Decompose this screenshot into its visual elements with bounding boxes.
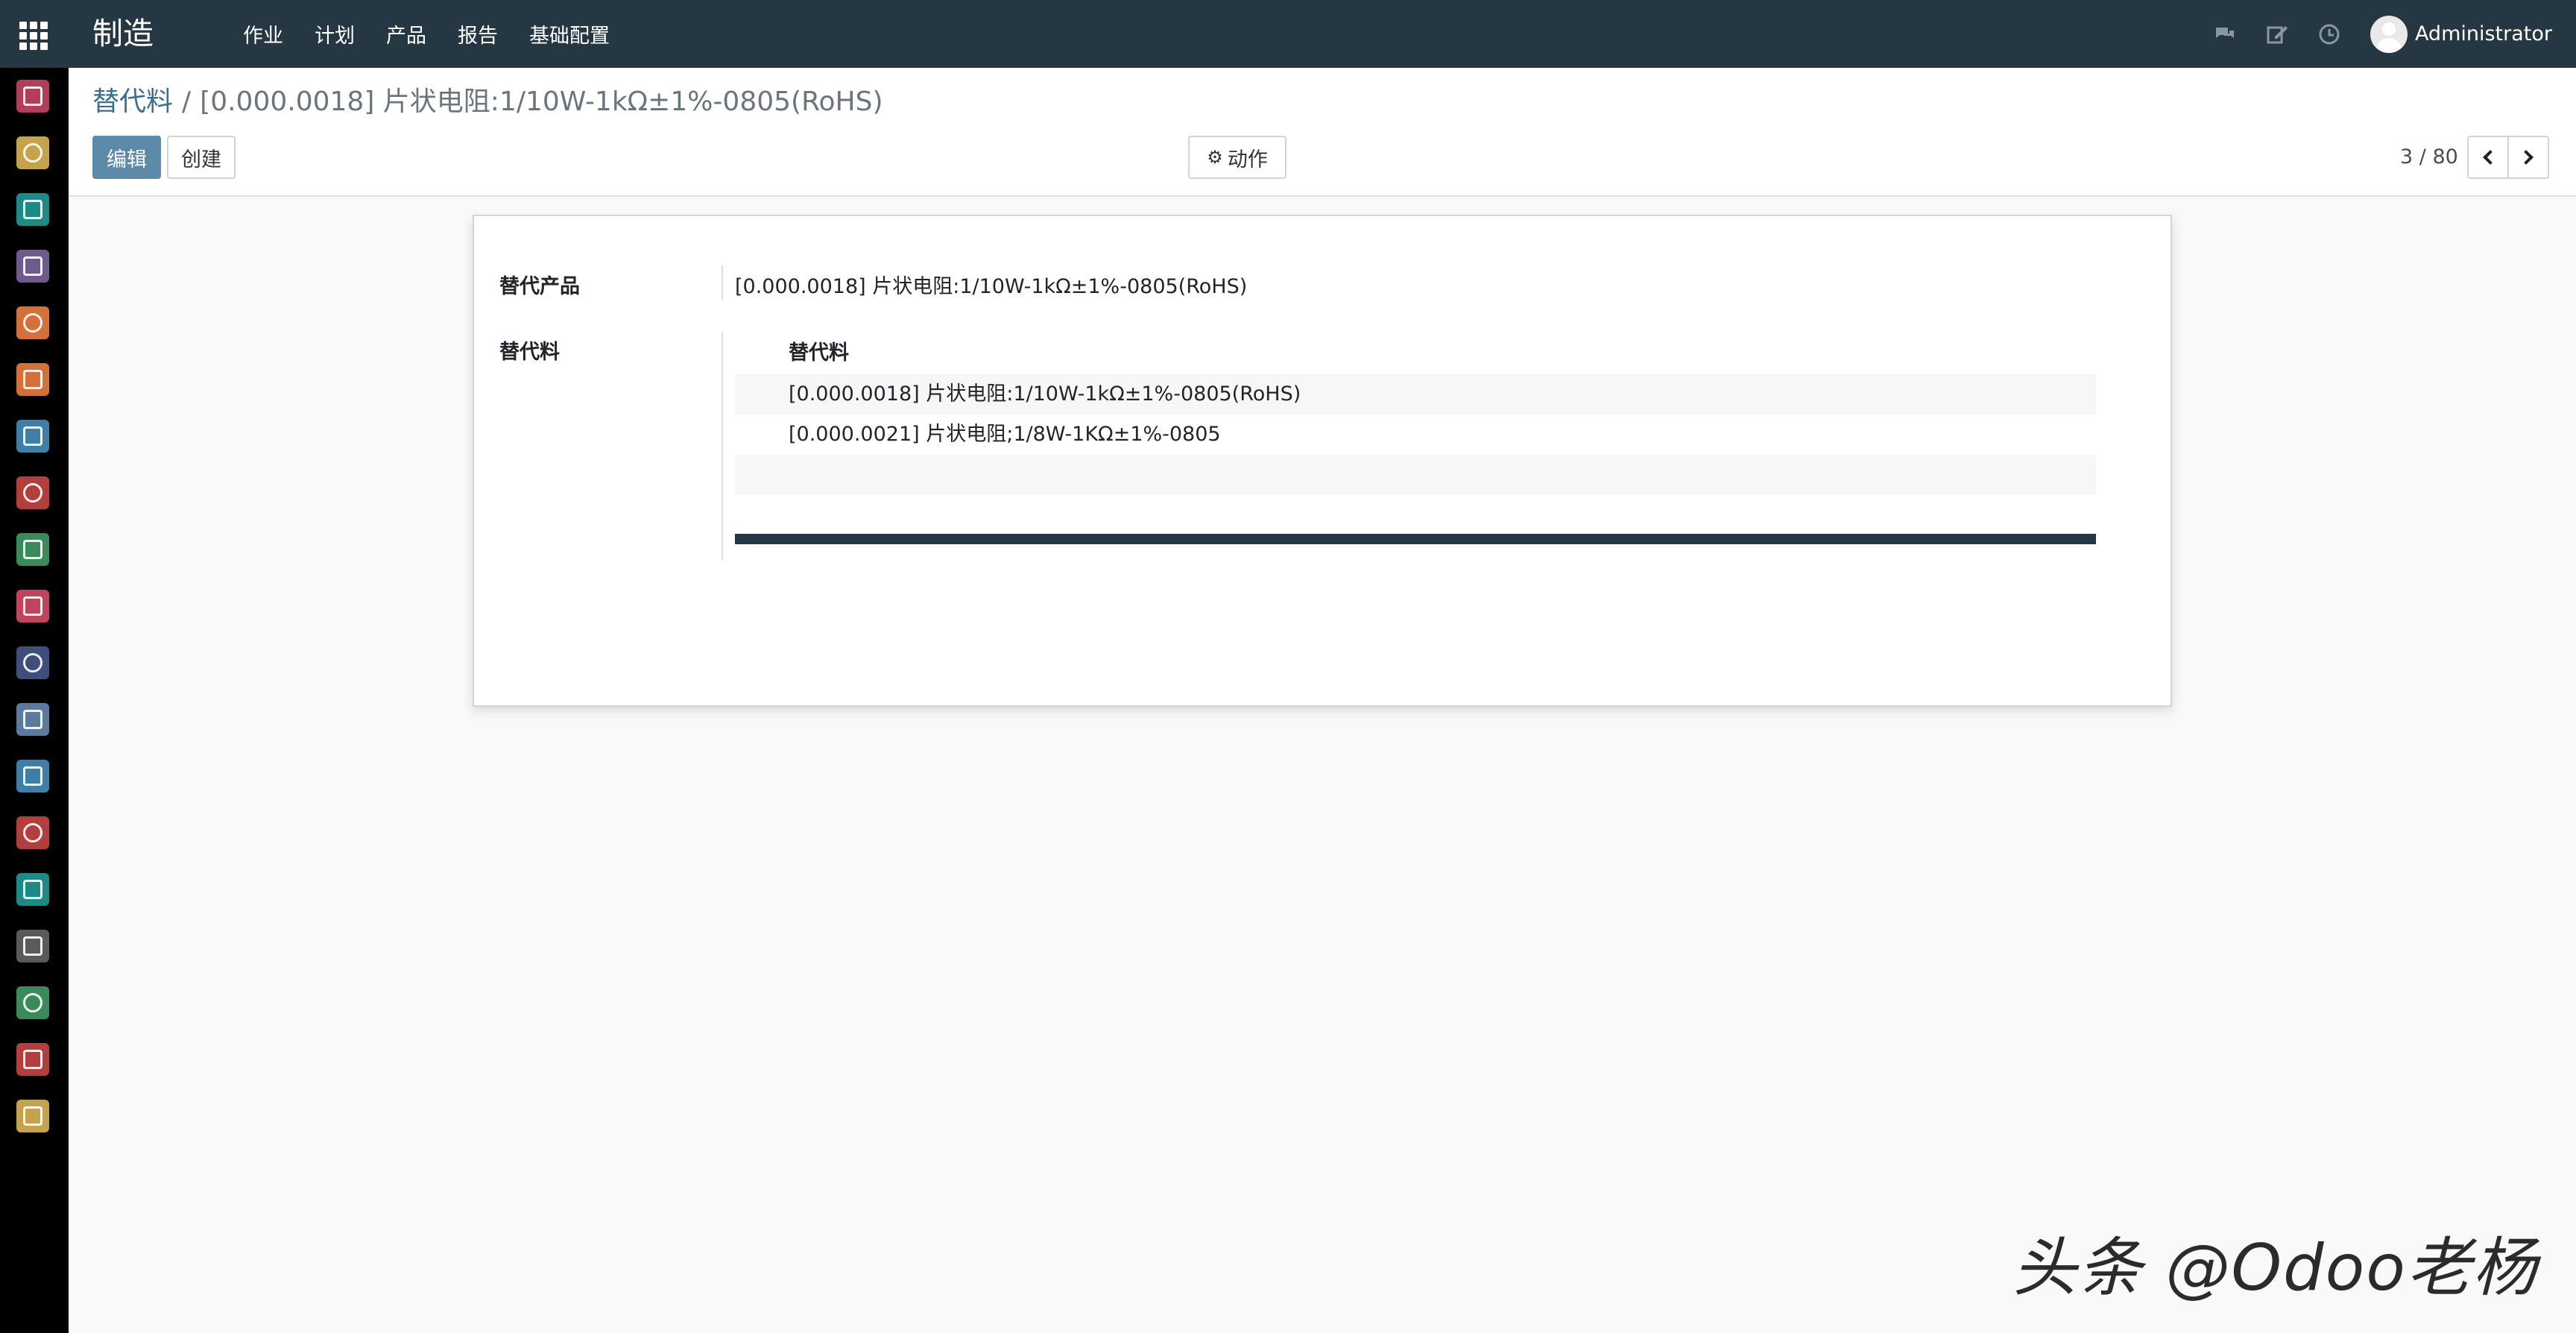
recruitment-app-icon[interactable] (16, 1043, 49, 1076)
pager-previous-button[interactable] (2467, 136, 2509, 179)
user-menu[interactable]: Administrator (2370, 15, 2552, 53)
clock-icon[interactable] (2318, 23, 2340, 45)
menu-item-planning[interactable]: 计划 (315, 19, 355, 48)
calendar-glyph (23, 143, 42, 163)
chevron-left-icon (2483, 150, 2498, 165)
inventory-glyph (23, 483, 42, 502)
substitutes-table: 替代料 [0.000.0018] 片状电阻:1/10W-1kΩ±1%-0805(… (735, 333, 2096, 544)
app-brand[interactable]: 制造 (92, 13, 154, 54)
attendance-glyph (23, 993, 42, 1012)
chevron-right-icon (2519, 150, 2534, 165)
product-field-value[interactable]: [0.000.0018] 片状电阻:1/10W-1kΩ±1%-0805(RoHS… (735, 270, 1247, 299)
documents-glyph (23, 596, 42, 616)
main-menu: 作业 计划 产品 报告 基础配置 (243, 0, 641, 68)
top-navbar: 制造 作业 计划 产品 报告 基础配置 Administrator (0, 0, 2576, 68)
manufacturing-glyph (23, 710, 42, 729)
website-glyph (23, 370, 42, 389)
avatar (2370, 15, 2408, 53)
breadcrumb-separator: / (182, 86, 192, 117)
employees-glyph (23, 880, 42, 899)
apps-menu-icon[interactable] (19, 22, 48, 50)
quality-app-icon[interactable] (16, 760, 49, 792)
action-button-label: 动作 (1227, 148, 1268, 171)
create-button[interactable]: 创建 (167, 136, 236, 179)
timesheet-app-icon[interactable] (16, 816, 49, 849)
contacts-app-icon[interactable] (16, 193, 49, 226)
timesheet-glyph (23, 823, 42, 842)
table-row-empty (735, 455, 2096, 495)
menu-item-operations[interactable]: 作业 (243, 19, 283, 48)
edit-button[interactable]: 编辑 (92, 136, 161, 179)
employees-app-icon[interactable] (16, 873, 49, 906)
pager-next-button[interactable] (2507, 136, 2549, 179)
app-sidebar (0, 68, 69, 1333)
settings-app-icon[interactable] (16, 1100, 49, 1132)
form-sheet: 替代产品 [0.000.0018] 片状电阻:1/10W-1kΩ±1%-0805… (473, 215, 2172, 707)
repair-glyph (23, 540, 42, 559)
quality-glyph (23, 766, 42, 786)
expenses-glyph (23, 936, 42, 956)
watermark: 头条 @Odoo老杨 (2012, 1231, 2538, 1305)
user-name: Administrator (2414, 22, 2552, 45)
breadcrumb: 替代料 / [0.000.0018] 片状电阻:1/10W-1kΩ±1%-0805(… (92, 84, 883, 120)
product-field-label: 替代产品 (499, 275, 580, 298)
crm-app-icon[interactable] (16, 250, 49, 283)
inventory-app-icon[interactable] (16, 476, 49, 509)
contacts-glyph (23, 200, 42, 219)
apps-puzzle-icon[interactable] (16, 646, 49, 679)
breadcrumb-current: [0.000.0018] 片状电阻:1/10W-1kΩ±1%-0805(RoHS… (200, 86, 883, 117)
chat-icon[interactable] (2214, 23, 2236, 45)
pager-value[interactable]: 3 / 80 (2400, 144, 2458, 171)
sales-app-icon[interactable] (16, 306, 49, 339)
gear-icon: ⚙ (1207, 147, 1223, 168)
website-app-icon[interactable] (16, 363, 49, 396)
discuss-app-icon[interactable] (16, 80, 49, 113)
breadcrumb-parent-link[interactable]: 替代料 (92, 86, 173, 117)
action-button[interactable]: ⚙ 动作 (1188, 136, 1287, 179)
field-divider (722, 333, 723, 561)
crm-glyph (23, 256, 42, 276)
sales-glyph (23, 313, 42, 333)
control-panel: 替代料 / [0.000.0018] 片状电阻:1/10W-1kΩ±1%-0805(… (69, 68, 2576, 197)
documents-app-icon[interactable] (16, 590, 49, 623)
menu-item-products[interactable]: 产品 (386, 19, 426, 48)
menu-item-configuration[interactable]: 基础配置 (529, 19, 610, 48)
recruitment-glyph (23, 1050, 42, 1069)
table-header: 替代料 (789, 341, 849, 365)
discuss-glyph (23, 86, 42, 106)
settings-glyph (23, 1106, 42, 1126)
calendar-app-icon[interactable] (16, 136, 49, 169)
apps-puzzle-icon-glyph (23, 653, 42, 672)
repair-app-icon[interactable] (16, 533, 49, 566)
table-row[interactable]: [0.000.0021] 片状电阻;1/8W-1KΩ±1%-0805 (735, 415, 2096, 455)
table-row[interactable]: [0.000.0018] 片状电阻:1/10W-1kΩ±1%-0805(RoHS… (735, 374, 2096, 415)
systray: Administrator (2214, 0, 2576, 68)
menu-item-reporting[interactable]: 报告 (458, 19, 498, 48)
invoicing-app-icon[interactable] (16, 420, 49, 453)
attendance-app-icon[interactable] (16, 986, 49, 1019)
table-footer (735, 534, 2096, 544)
expenses-app-icon[interactable] (16, 930, 49, 962)
invoicing-glyph (23, 426, 42, 446)
edit-activity-icon[interactable] (2266, 23, 2288, 45)
manufacturing-app-icon[interactable] (16, 703, 49, 736)
substitutes-field-label: 替代料 (499, 341, 560, 364)
field-divider (722, 265, 723, 300)
